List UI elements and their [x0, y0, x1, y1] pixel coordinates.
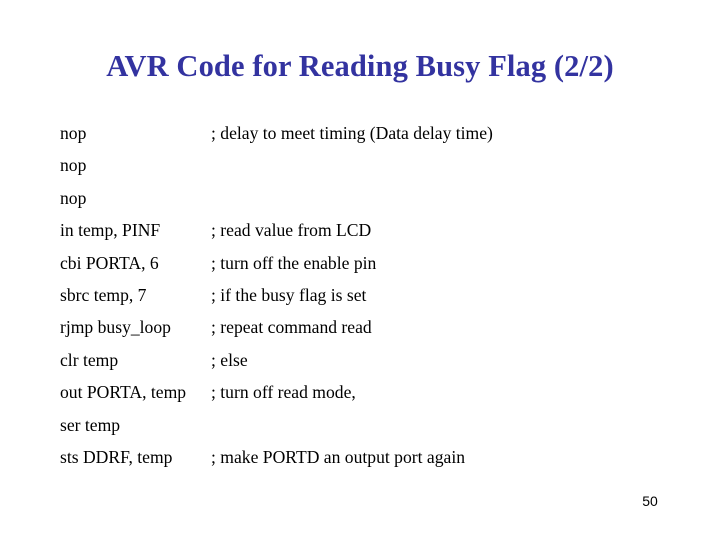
- code-mnemonic: in temp, PINF: [60, 220, 161, 241]
- code-mnemonic: sts DDRF, temp: [60, 446, 173, 467]
- code-line: ser temp: [60, 409, 680, 441]
- code-comment: ; if the busy flag is set: [211, 284, 367, 305]
- code-mnemonic: nop: [60, 187, 87, 208]
- slide: AVR Code for Reading Busy Flag (2/2) nop…: [0, 0, 720, 540]
- code-comment: ; read value from LCD: [211, 220, 372, 241]
- code-mnemonic: cbi PORTA, 6: [60, 252, 159, 273]
- code-comment: ; delay to meet timing (Data delay time): [211, 123, 493, 143]
- code-comment: ; repeat command read: [211, 317, 372, 338]
- code-mnemonic: clr temp: [60, 349, 119, 370]
- code-comment: ; else: [211, 349, 248, 370]
- code-line: nop: [60, 182, 680, 214]
- code-mnemonic: ser temp: [60, 414, 121, 435]
- code-line: out PORTA, temp ; turn off read mode,: [60, 376, 680, 408]
- page-title: AVR Code for Reading Busy Flag (2/2): [106, 49, 614, 83]
- code-line: nop: [60, 149, 680, 181]
- page-number: 50: [642, 493, 658, 509]
- code-line: clr temp ; else: [60, 344, 680, 376]
- code-comment: ; make PORTD an output port again: [211, 446, 466, 467]
- code-comment: ; turn off read mode,: [211, 382, 356, 403]
- code-mnemonic: nop: [60, 155, 87, 176]
- code-mnemonic: sbrc temp, 7: [60, 284, 147, 305]
- code-mnemonic: nop: [60, 123, 87, 143]
- code-comment: ; turn off the enable pin: [211, 252, 377, 273]
- code-line: sts DDRF, temp ; make PORTD an output por…: [60, 441, 680, 473]
- code-listing: nop ; delay to meet timing (Data delay ti…: [60, 117, 680, 473]
- code-line: rjmp busy_loop ; repeat command read: [60, 311, 680, 343]
- code-line: sbrc temp, 7 ; if the busy flag is set: [60, 279, 680, 311]
- code-line: in temp, PINF ; read value from LCD: [60, 214, 680, 246]
- code-line: cbi PORTA, 6 ; turn off the enable pin: [60, 247, 680, 279]
- code-line: nop ; delay to meet timing (Data delay ti…: [60, 117, 680, 149]
- code-mnemonic: out PORTA, temp: [60, 382, 187, 403]
- code-mnemonic: rjmp busy_loop: [60, 317, 171, 338]
